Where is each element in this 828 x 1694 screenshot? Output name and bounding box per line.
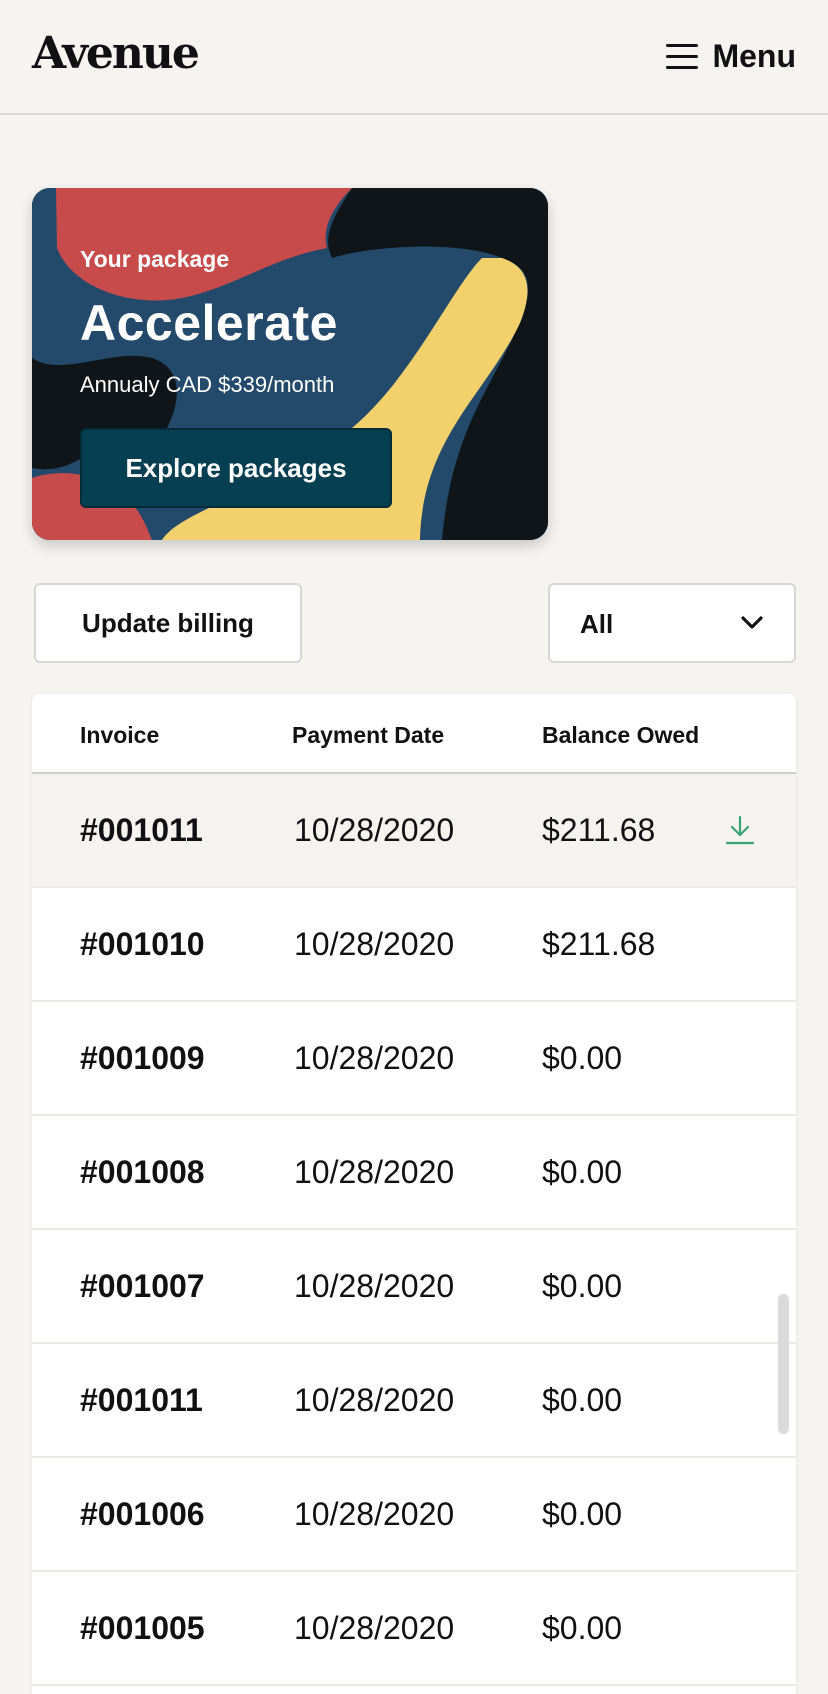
package-label: Your package: [80, 246, 230, 272]
balance-owed: $0.00: [542, 1610, 623, 1646]
invoice-number: #001010: [80, 926, 205, 962]
balance-owed: $0.00: [542, 1382, 623, 1418]
invoice-number: #001006: [80, 1496, 205, 1532]
table-row[interactable]: #001011 10/28/2020 $0.00: [32, 1344, 796, 1458]
invoice-number: #001011: [80, 1382, 203, 1418]
column-invoice[interactable]: Invoice: [80, 722, 159, 749]
package-card: Your package Accelerate Annualy CAD $339…: [32, 188, 548, 540]
table-scrollbar[interactable]: [778, 1294, 789, 1434]
balance-owed: $0.00: [542, 1496, 623, 1532]
balance-owed: $211.68: [542, 926, 656, 962]
invoice-number: #001009: [80, 1040, 205, 1076]
payment-date: 10/28/2020: [294, 1610, 455, 1646]
payment-date: 10/28/2020: [294, 1040, 455, 1076]
table-row[interactable]: #001006 10/28/2020 $0.00: [32, 1458, 796, 1572]
invoice-filter-select[interactable]: All: [548, 583, 796, 663]
table-row[interactable]: #001005 10/28/2020 $0.00: [32, 1572, 796, 1686]
invoice-number: #001005: [80, 1610, 205, 1646]
invoice-table: Invoice Payment Date Balance Owed #00101…: [32, 694, 796, 1694]
balance-owed: $0.00: [542, 1040, 623, 1076]
table-row[interactable]: #001008 10/28/2020 $0.00: [32, 1116, 796, 1230]
balance-owed: $0.00: [542, 1268, 623, 1304]
payment-date: 10/28/2020: [294, 1382, 455, 1418]
invoice-number: #001008: [80, 1154, 205, 1190]
menu-button[interactable]: Menu: [666, 36, 796, 76]
balance-owed: $211.68: [542, 812, 656, 848]
table-header: Invoice Payment Date Balance Owed: [32, 694, 796, 774]
download-icon[interactable]: [724, 814, 756, 846]
balance-owed: $0.00: [542, 1154, 623, 1190]
invoice-number: #001011: [80, 812, 203, 848]
column-payment-date[interactable]: Payment Date: [292, 722, 444, 749]
column-balance-owed[interactable]: Balance Owed: [542, 722, 699, 749]
table-row[interactable]: #001010 10/28/2020 $211.68: [32, 888, 796, 1002]
payment-date: 10/28/2020: [294, 1154, 455, 1190]
payment-date: 10/28/2020: [294, 1268, 455, 1304]
payment-date: 10/28/2020: [294, 1496, 455, 1532]
chevron-down-icon: [741, 616, 763, 629]
payment-date: 10/28/2020: [294, 812, 455, 848]
package-name: Accelerate: [80, 295, 338, 351]
invoice-number: #001007: [80, 1268, 205, 1304]
table-row[interactable]: #001009 10/28/2020 $0.00: [32, 1002, 796, 1116]
app-header: Avenue Menu: [0, 0, 828, 115]
update-billing-button[interactable]: Update billing: [34, 583, 302, 663]
package-price: Annualy CAD $339/month: [80, 372, 335, 397]
table-row[interactable]: #001007 10/28/2020 $0.00: [32, 1230, 796, 1344]
filter-selected-value: All: [580, 609, 614, 639]
explore-packages-button[interactable]: Explore packages: [80, 428, 392, 508]
hamburger-icon: [666, 42, 699, 70]
menu-label: Menu: [712, 37, 796, 74]
logo[interactable]: Avenue: [32, 28, 200, 79]
table-row[interactable]: #001011 10/28/2020 $211.68: [32, 774, 796, 888]
payment-date: 10/28/2020: [294, 926, 455, 962]
